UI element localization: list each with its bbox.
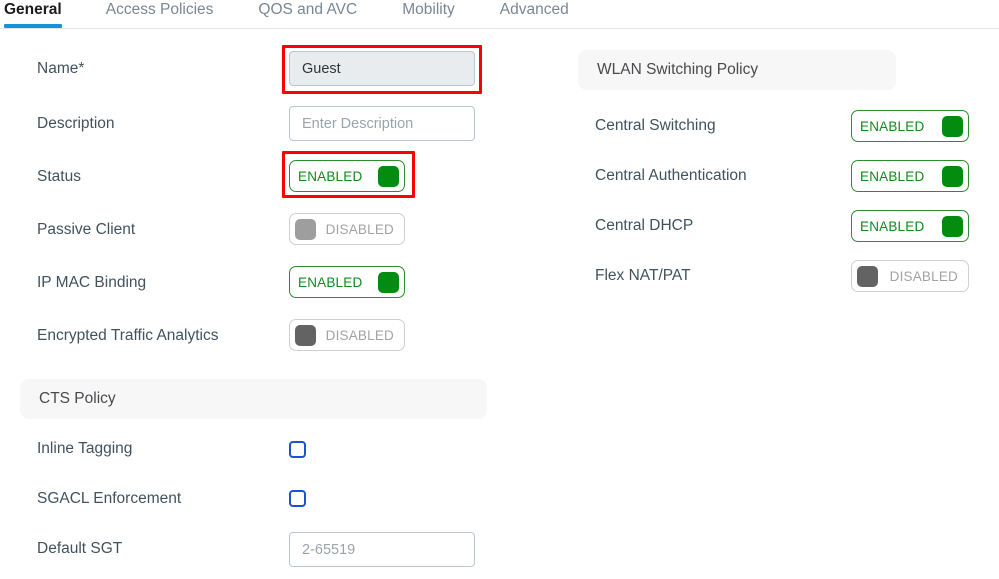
name-label: Name*	[37, 59, 85, 77]
flex-nat-pat-toggle[interactable]: DISABLED	[851, 260, 969, 292]
tab-mobility-label: Mobility	[402, 1, 455, 18]
central-dhcp-toggle-label: ENABLED	[860, 218, 925, 234]
tab-qos-and-avc[interactable]: QOS and AVC	[258, 0, 357, 28]
encrypted-traffic-analytics-label: Encrypted Traffic Analytics	[37, 326, 219, 344]
wlan-general-settings-page: General Access Policies QOS and AVC Mobi…	[0, 0, 999, 579]
tab-advanced-label: Advanced	[499, 1, 569, 18]
toggle-knob-icon	[942, 165, 963, 187]
encrypted-traffic-analytics-toggle-label: DISABLED	[325, 327, 394, 343]
field-row-name: Name* Guest	[0, 40, 520, 97]
default-sgt-input[interactable]: 2-65519	[289, 532, 475, 567]
field-row-central-authentication: Central Authentication ENABLED	[578, 151, 978, 201]
tab-advanced[interactable]: Advanced	[500, 0, 569, 28]
central-dhcp-toggle[interactable]: ENABLED	[851, 210, 969, 242]
field-row-default-sgt: Default SGT 2-65519	[0, 524, 520, 574]
passive-client-toggle-label: DISABLED	[325, 221, 394, 237]
tab-qos-and-avc-label: QOS and AVC	[258, 1, 358, 18]
ip-mac-binding-toggle-label: ENABLED	[298, 274, 363, 290]
flex-nat-pat-label: Flex NAT/PAT	[595, 267, 691, 284]
central-switching-toggle[interactable]: ENABLED	[851, 110, 969, 142]
field-row-status: Status ENABLED	[0, 150, 520, 203]
field-row-passive-client: Passive Client DISABLED	[0, 203, 520, 256]
tab-mobility[interactable]: Mobility	[402, 0, 455, 28]
status-label: Status	[37, 167, 81, 185]
central-authentication-toggle-label: ENABLED	[860, 168, 925, 184]
central-switching-label: Central Switching	[595, 117, 716, 134]
ip-mac-binding-toggle[interactable]: ENABLED	[289, 266, 405, 298]
wlan-switching-policy-column: WLAN Switching Policy Central Switching …	[578, 50, 978, 301]
field-row-central-switching: Central Switching ENABLED	[578, 101, 978, 151]
central-dhcp-label: Central DHCP	[595, 217, 694, 234]
flex-nat-pat-toggle-label: DISABLED	[889, 268, 958, 284]
toggle-knob-icon	[378, 271, 399, 293]
description-label: Description	[37, 114, 115, 132]
inline-tagging-checkbox[interactable]	[289, 441, 306, 458]
tab-general[interactable]: General	[4, 0, 62, 28]
tab-bar-divider	[0, 28, 999, 29]
field-row-description: Description Enter Description	[0, 97, 520, 150]
inline-tagging-label: Inline Tagging	[37, 440, 133, 457]
general-settings-column: Name* Guest Description Enter Descriptio…	[0, 40, 520, 574]
name-input[interactable]: Guest	[289, 51, 475, 86]
passive-client-label: Passive Client	[37, 220, 136, 238]
cts-policy-section-header: CTS Policy	[20, 379, 487, 419]
default-sgt-label: Default SGT	[37, 540, 123, 557]
toggle-knob-icon	[857, 265, 878, 287]
passive-client-toggle[interactable]: DISABLED	[289, 213, 405, 245]
field-row-sgacl-enforcement: SGACL Enforcement	[0, 474, 520, 524]
encrypted-traffic-analytics-toggle[interactable]: DISABLED	[289, 319, 405, 351]
ip-mac-binding-label: IP MAC Binding	[37, 273, 147, 291]
tab-bar: General Access Policies QOS and AVC Mobi…	[0, 0, 999, 30]
sgacl-enforcement-label: SGACL Enforcement	[37, 490, 182, 507]
central-switching-toggle-label: ENABLED	[860, 118, 925, 134]
toggle-knob-icon	[942, 215, 963, 237]
tab-access-policies-label: Access Policies	[105, 1, 214, 18]
field-row-ip-mac-binding: IP MAC Binding ENABLED	[0, 256, 520, 309]
field-row-inline-tagging: Inline Tagging	[0, 424, 520, 474]
tab-access-policies[interactable]: Access Policies	[106, 0, 214, 28]
central-authentication-toggle[interactable]: ENABLED	[851, 160, 969, 192]
status-toggle[interactable]: ENABLED	[289, 160, 405, 192]
field-row-central-dhcp: Central DHCP ENABLED	[578, 201, 978, 251]
central-authentication-label: Central Authentication	[595, 167, 747, 184]
toggle-knob-icon	[378, 165, 399, 187]
toggle-knob-icon	[295, 218, 316, 240]
toggle-knob-icon	[295, 324, 316, 346]
status-toggle-label: ENABLED	[298, 168, 363, 184]
tab-general-label: General	[4, 1, 62, 18]
field-row-encrypted-traffic-analytics: Encrypted Traffic Analytics DISABLED	[0, 309, 520, 362]
sgacl-enforcement-checkbox[interactable]	[289, 490, 306, 507]
field-row-flex-nat-pat: Flex NAT/PAT DISABLED	[578, 251, 978, 301]
toggle-knob-icon	[942, 115, 963, 137]
wlan-switching-policy-section-header: WLAN Switching Policy	[578, 50, 896, 90]
description-input[interactable]: Enter Description	[289, 106, 475, 141]
